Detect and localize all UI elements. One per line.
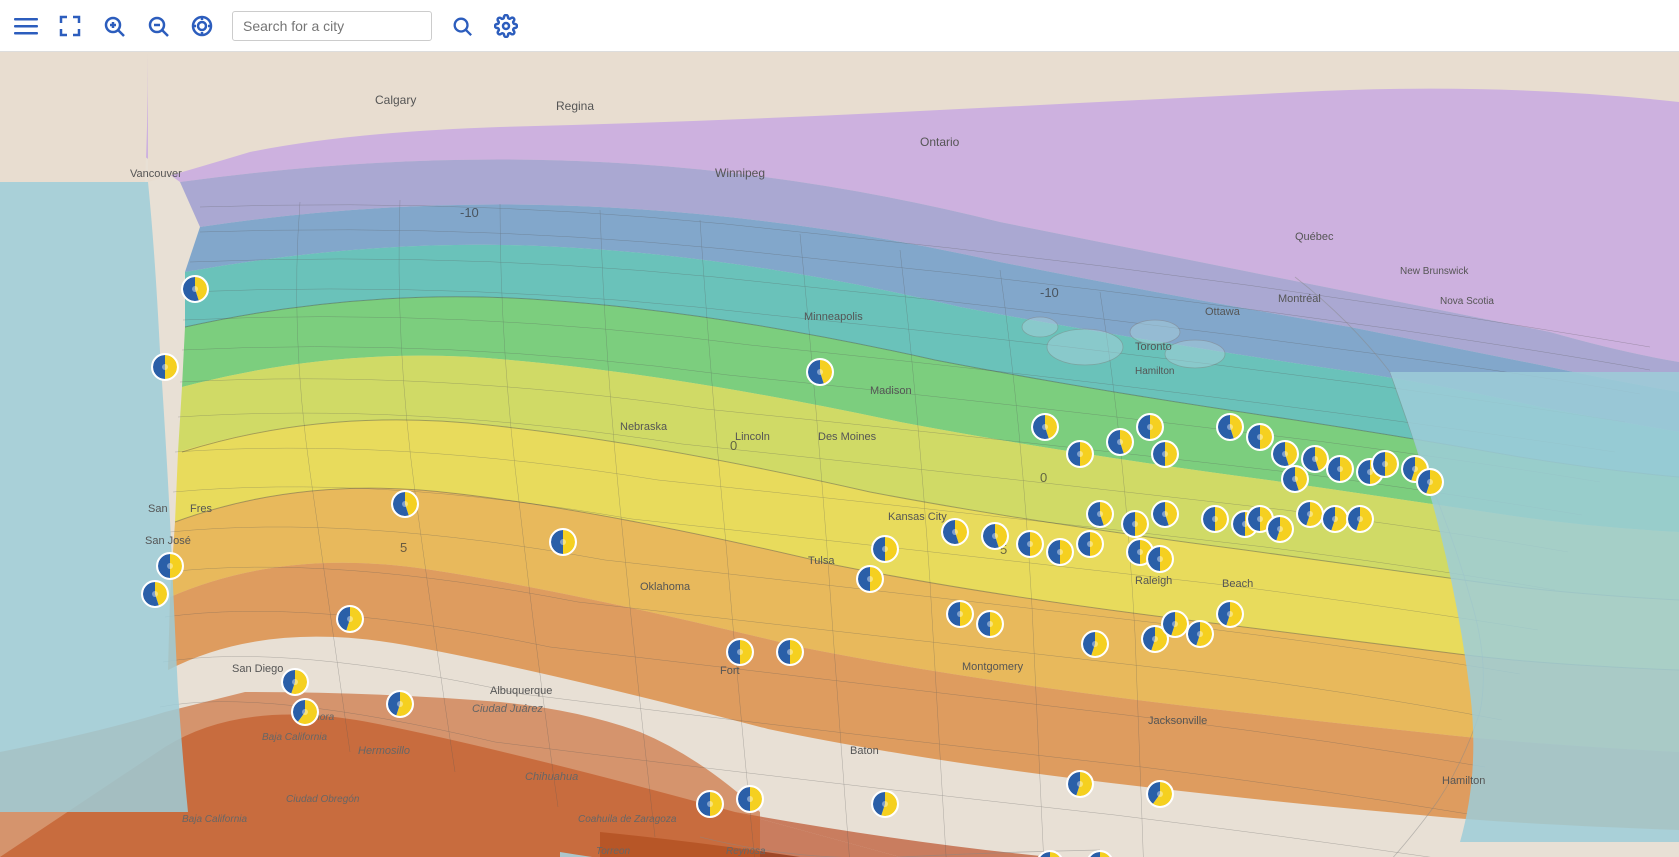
svg-text:5: 5 (1000, 542, 1007, 557)
map-container[interactable]: -10 -10 0 0 5 5 Calgary Regina Ont (0, 52, 1679, 857)
svg-text:Hermosillo: Hermosillo (358, 745, 410, 757)
search-input[interactable] (232, 11, 432, 41)
svg-text:Des Moines: Des Moines (818, 431, 877, 443)
svg-text:Baja California: Baja California (262, 732, 327, 743)
fullscreen-icon[interactable] (56, 12, 84, 40)
svg-text:Winnipeg: Winnipeg (715, 166, 765, 180)
svg-text:-10: -10 (1040, 285, 1059, 300)
zoom-in-icon[interactable] (100, 12, 128, 40)
svg-text:Minneapolis: Minneapolis (804, 311, 863, 323)
svg-text:Reynosa: Reynosa (726, 846, 766, 857)
svg-text:Fort: Fort (720, 665, 740, 677)
svg-text:Ciudad Obregón: Ciudad Obregón (286, 794, 360, 805)
svg-text:Nebraska: Nebraska (620, 421, 668, 433)
search-icon[interactable] (448, 12, 476, 40)
svg-text:San José: San José (145, 535, 191, 547)
svg-text:Oklahoma: Oklahoma (640, 581, 691, 593)
svg-text:Baja California: Baja California (182, 814, 247, 825)
svg-text:Ottawa: Ottawa (1205, 306, 1241, 318)
menu-icon[interactable] (12, 12, 40, 40)
svg-text:San Diego: San Diego (232, 663, 283, 675)
locate-icon[interactable] (188, 12, 216, 40)
svg-text:Albuquerque: Albuquerque (490, 685, 552, 697)
svg-text:New Brunswick: New Brunswick (1400, 266, 1469, 277)
svg-text:San: San (148, 503, 168, 515)
svg-text:Jacksonville: Jacksonville (1148, 715, 1207, 727)
svg-text:Sonora: Sonora (302, 712, 335, 723)
svg-text:Toronto: Toronto (1135, 341, 1172, 353)
svg-text:Vancouver: Vancouver (130, 168, 182, 180)
svg-text:Kansas City: Kansas City (888, 511, 947, 523)
zoom-out-icon[interactable] (144, 12, 172, 40)
svg-text:Torreon: Torreon (596, 846, 631, 857)
svg-text:Montréal: Montréal (1278, 293, 1321, 305)
svg-text:Madison: Madison (870, 385, 912, 397)
svg-text:Hamilton: Hamilton (1135, 366, 1174, 377)
svg-text:Québec: Québec (1295, 231, 1334, 243)
svg-text:Beach: Beach (1222, 578, 1253, 590)
svg-text:-10: -10 (460, 205, 479, 220)
svg-text:Coahuila de Zaragoza: Coahuila de Zaragoza (578, 814, 677, 825)
svg-text:5: 5 (400, 540, 407, 555)
svg-text:0: 0 (1040, 470, 1047, 485)
svg-text:Tulsa: Tulsa (808, 555, 835, 567)
svg-text:Nova Scotia: Nova Scotia (1440, 296, 1494, 307)
svg-text:Hamilton: Hamilton (1442, 775, 1485, 787)
svg-text:Regina: Regina (556, 99, 594, 113)
svg-text:Calgary: Calgary (375, 93, 416, 107)
svg-text:Baton: Baton (850, 745, 879, 757)
svg-text:Fres: Fres (190, 503, 213, 515)
svg-text:Raleigh: Raleigh (1135, 575, 1172, 587)
svg-text:Montgomery: Montgomery (962, 661, 1024, 673)
svg-text:Lincoln: Lincoln (735, 431, 770, 443)
svg-text:Ontario: Ontario (920, 135, 960, 149)
toolbar (0, 0, 1679, 52)
svg-text:Ciudad Juárez: Ciudad Juárez (472, 703, 543, 715)
svg-text:Chihuahua: Chihuahua (525, 771, 578, 783)
settings-icon[interactable] (492, 12, 520, 40)
